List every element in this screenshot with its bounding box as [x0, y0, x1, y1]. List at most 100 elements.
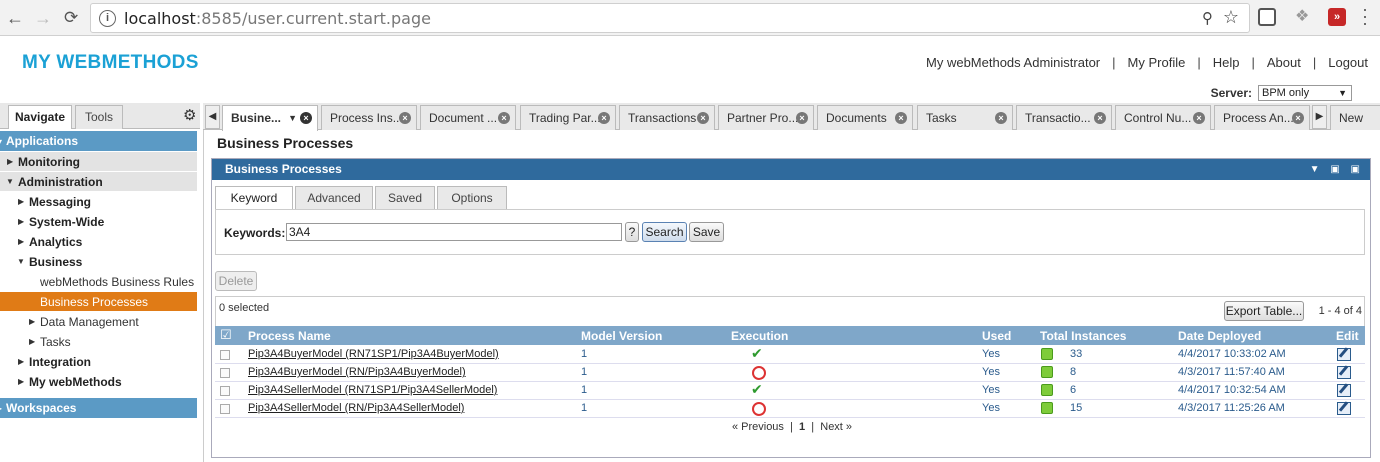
back-icon[interactable]: ← — [6, 8, 24, 29]
tab-navigate[interactable]: Navigate — [8, 105, 72, 129]
sidebar-item-data-management[interactable]: ▶ Data Management — [0, 312, 197, 332]
previous-page-link[interactable]: « Previous — [732, 421, 784, 433]
close-icon[interactable]: × — [399, 112, 411, 124]
extension-icon[interactable] — [1258, 8, 1276, 26]
server-label: Server: — [1210, 86, 1252, 100]
sidebar-item-my-webmethods[interactable]: ▶ My webMethods — [0, 372, 197, 392]
tab-tools[interactable]: Tools — [75, 105, 123, 129]
close-icon[interactable]: × — [796, 112, 808, 124]
tab-process-analytics[interactable]: Process An... × — [1214, 105, 1310, 130]
info-icon[interactable]: i — [99, 10, 116, 27]
tab-trading-partners[interactable]: Trading Par... × — [520, 105, 616, 130]
admin-link[interactable]: My webMethods Administrator — [914, 55, 1112, 70]
help-link[interactable]: Help — [1201, 55, 1252, 70]
logout-link[interactable]: Logout — [1316, 55, 1368, 70]
column-used[interactable]: Used — [982, 329, 1011, 343]
column-total-instances[interactable]: Total Instances — [1040, 329, 1126, 343]
row-checkbox[interactable] — [220, 404, 230, 414]
chevron-down-icon[interactable]: ▼ — [288, 106, 297, 130]
tab-options[interactable]: Options — [437, 186, 507, 210]
export-table-button[interactable]: Export Table... — [1224, 301, 1304, 321]
total-instances[interactable]: 15 — [1070, 402, 1082, 414]
sidebar-item-system-wide[interactable]: ▶ System-Wide — [0, 212, 197, 232]
row-checkbox[interactable] — [220, 386, 230, 396]
column-model-version[interactable]: Model Version — [581, 329, 662, 343]
about-link[interactable]: About — [1255, 55, 1313, 70]
edit-icon[interactable] — [1337, 384, 1351, 397]
process-name-link[interactable]: Pip3A4SellerModel (RN71SP1/Pip3A4SellerM… — [248, 384, 497, 396]
panel-controls-icon[interactable]: ▼ ▣ ▣ — [1310, 159, 1364, 180]
edit-icon[interactable] — [1337, 348, 1351, 361]
dropbox-icon[interactable]: ❖ — [1295, 6, 1313, 25]
sync-icon[interactable]: ⚙ — [183, 106, 196, 124]
browser-menu-icon[interactable]: · · · — [1362, 0, 1368, 32]
close-icon[interactable]: × — [598, 112, 610, 124]
process-name-link[interactable]: Pip3A4SellerModel (RN/Pip3A4SellerModel) — [248, 402, 464, 414]
sidebar-item-integration[interactable]: ▶ Integration — [0, 352, 197, 372]
column-execution[interactable]: Execution — [731, 329, 788, 343]
bookmark-star-icon[interactable]: ☆ — [1223, 7, 1239, 28]
search-button[interactable]: Search — [642, 222, 687, 242]
url-text[interactable]: localhost:8585/user.current.start.page — [124, 9, 431, 28]
total-instances[interactable]: 8 — [1070, 366, 1076, 378]
address-bar[interactable]: i localhost:8585/user.current.start.page… — [90, 3, 1250, 33]
tab-new[interactable]: New — [1330, 105, 1380, 130]
scroll-right-icon[interactable]: ▶ — [1312, 105, 1327, 129]
sidebar-item-tasks[interactable]: ▶ Tasks — [0, 332, 197, 352]
tab-tasks[interactable]: Tasks × — [917, 105, 1013, 130]
tab-document[interactable]: Document ... × — [420, 105, 516, 130]
edit-icon[interactable] — [1337, 402, 1351, 415]
sidebar-item-analytics[interactable]: ▶ Analytics — [0, 232, 197, 252]
total-instances[interactable]: 33 — [1070, 348, 1082, 360]
server-select[interactable]: BPM only ▼ — [1258, 85, 1352, 101]
tab-transactions[interactable]: Transactions × — [619, 105, 715, 130]
forward-icon[interactable]: → — [34, 8, 52, 29]
close-icon[interactable]: × — [697, 112, 709, 124]
next-page-link[interactable]: Next » — [820, 421, 852, 433]
sidebar-item-business[interactable]: ▼ Business — [0, 252, 197, 272]
total-instances[interactable]: 6 — [1070, 384, 1076, 396]
close-icon[interactable]: × — [300, 112, 312, 124]
tab-documents[interactable]: Documents × — [817, 105, 913, 130]
close-icon[interactable]: × — [995, 112, 1007, 124]
close-icon[interactable]: × — [1094, 112, 1106, 124]
row-checkbox[interactable] — [220, 350, 230, 360]
close-icon[interactable]: × — [1292, 112, 1304, 124]
sidebar-item-messaging[interactable]: ▶ Messaging — [0, 192, 197, 212]
reload-icon[interactable]: ⟳ — [64, 8, 78, 28]
edit-icon[interactable] — [1337, 366, 1351, 379]
profile-link[interactable]: My Profile — [1116, 55, 1198, 70]
tab-control-numbers[interactable]: Control Nu... × — [1115, 105, 1211, 130]
tab-partner-profiles[interactable]: Partner Pro... × — [718, 105, 814, 130]
tab-business-processes[interactable]: Busine... ▼ × — [222, 105, 318, 131]
help-button[interactable]: ? — [625, 222, 639, 242]
close-icon[interactable]: × — [895, 112, 907, 124]
column-process-name[interactable]: Process Name — [248, 329, 331, 343]
sidebar-item-business-rules[interactable]: webMethods Business Rules — [0, 272, 197, 292]
expand-icon: ▶ — [18, 357, 25, 366]
sidebar-item-business-processes[interactable]: Business Processes — [0, 292, 197, 312]
media-extension-icon[interactable]: » — [1328, 8, 1346, 26]
select-all-icon[interactable]: ☑ — [220, 327, 232, 343]
sidebar-item-applications[interactable]: ▾ Applications — [0, 131, 197, 152]
scroll-left-icon[interactable]: ◀ — [205, 105, 220, 129]
process-name-link[interactable]: Pip3A4BuyerModel (RN/Pip3A4BuyerModel) — [248, 366, 466, 378]
zoom-icon[interactable]: ⚲ — [1202, 9, 1213, 27]
sidebar-item-workspaces[interactable]: ▸ Workspaces — [0, 398, 197, 419]
tab-saved[interactable]: Saved — [375, 186, 435, 210]
sidebar-item-administration[interactable]: ▼ Administration — [0, 172, 197, 192]
tab-keyword[interactable]: Keyword — [215, 186, 293, 210]
keywords-input[interactable]: 3A4 — [286, 223, 622, 241]
process-name-link[interactable]: Pip3A4BuyerModel (RN71SP1/Pip3A4BuyerMod… — [248, 348, 499, 360]
column-edit[interactable]: Edit — [1336, 329, 1359, 343]
save-button[interactable]: Save — [689, 222, 724, 242]
tab-transaction-analysis[interactable]: Transactio... × — [1016, 105, 1112, 130]
close-icon[interactable]: × — [1193, 112, 1205, 124]
tab-advanced[interactable]: Advanced — [295, 186, 373, 210]
row-checkbox[interactable] — [220, 368, 230, 378]
close-icon[interactable]: × — [498, 112, 510, 124]
column-date-deployed[interactable]: Date Deployed — [1178, 329, 1261, 343]
sidebar-item-monitoring[interactable]: ▶ Monitoring — [0, 152, 197, 172]
delete-button[interactable]: Delete — [215, 271, 257, 291]
tab-process-instances[interactable]: Process Ins... × — [321, 105, 417, 130]
